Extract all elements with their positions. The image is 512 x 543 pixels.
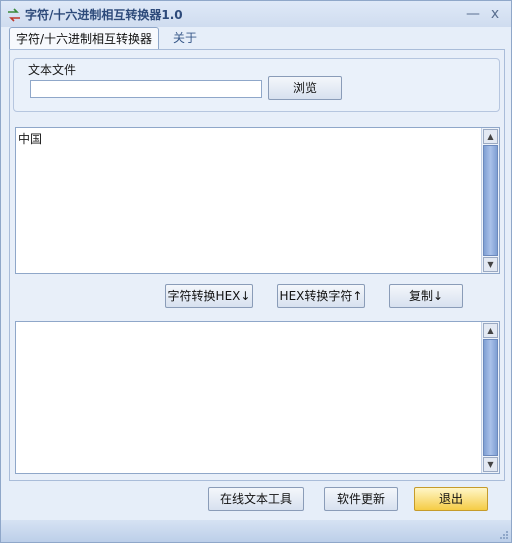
- browse-button[interactable]: 浏览: [268, 76, 342, 100]
- scroll-up-icon[interactable]: ▲: [483, 129, 498, 144]
- tab-converter[interactable]: 字符/十六进制相互转换器: [9, 27, 160, 50]
- input-text-area[interactable]: 中国 ▲ ▼: [15, 127, 500, 274]
- hex-to-char-button[interactable]: HEX转换字符↑: [277, 284, 365, 308]
- close-button[interactable]: x: [485, 4, 505, 24]
- status-bar: [1, 520, 511, 542]
- file-path-input[interactable]: [30, 80, 262, 98]
- file-group-label: 文本文件: [28, 63, 77, 77]
- exit-button[interactable]: 退出: [414, 487, 488, 511]
- window-title: 字符/十六进制相互转换器1.0: [25, 8, 183, 22]
- title-bar[interactable]: 字符/十六进制相互转换器1.0 — x: [1, 1, 511, 27]
- scroll-up-icon[interactable]: ▲: [483, 323, 498, 338]
- char-to-hex-button[interactable]: 字符转换HEX↓: [165, 284, 253, 308]
- online-text-tools-button[interactable]: 在线文本工具: [208, 487, 304, 511]
- input-scrollbar[interactable]: ▲ ▼: [481, 128, 499, 273]
- scroll-down-icon[interactable]: ▼: [483, 257, 498, 272]
- app-swap-icon: [8, 8, 20, 22]
- scroll-thumb[interactable]: [483, 339, 498, 456]
- input-text-content: 中国: [18, 132, 43, 146]
- converter-panel: 文本文件 浏览 中国 ▲ ▼ 字符转换HEX↓ HEX转换字符↑ 复制↓ ▲ ▼: [9, 49, 505, 481]
- scroll-down-icon[interactable]: ▼: [483, 457, 498, 472]
- output-text-content: [18, 324, 479, 471]
- output-text-area[interactable]: ▲ ▼: [15, 321, 500, 474]
- app-window: 字符/十六进制相互转换器1.0 — x 字符/十六进制相互转换器 关于 文本文件…: [0, 0, 512, 543]
- file-groupbox: 文本文件 浏览: [13, 58, 500, 112]
- output-scrollbar[interactable]: ▲ ▼: [481, 322, 499, 473]
- minimize-button[interactable]: —: [463, 4, 483, 24]
- tab-about[interactable]: 关于: [167, 27, 203, 49]
- copy-button[interactable]: 复制↓: [389, 284, 463, 308]
- scroll-thumb[interactable]: [483, 145, 498, 256]
- resize-grip-icon[interactable]: [499, 530, 509, 540]
- software-update-button[interactable]: 软件更新: [324, 487, 398, 511]
